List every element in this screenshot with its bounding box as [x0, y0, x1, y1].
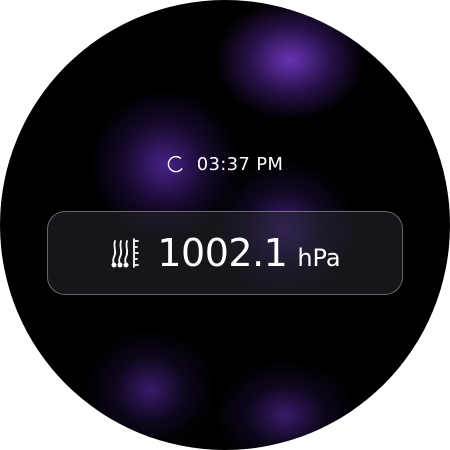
background-glow: [85, 330, 215, 450]
current-time: 03:37 PM: [196, 153, 284, 175]
background-glow: [215, 0, 365, 120]
background-glow: [215, 360, 355, 450]
watch-face: 03:37 PM 1002.1 hPa: [0, 0, 450, 450]
clock-icon: [167, 155, 185, 173]
pressure-card[interactable]: 1002.1 hPa: [47, 211, 403, 295]
pressure-reading: 1002.1 hPa: [157, 231, 340, 275]
time-row: 03:37 PM: [0, 150, 450, 178]
pressure-unit: hPa: [297, 244, 341, 272]
barometer-icon: [109, 235, 141, 271]
pressure-value: 1002.1: [157, 231, 288, 275]
